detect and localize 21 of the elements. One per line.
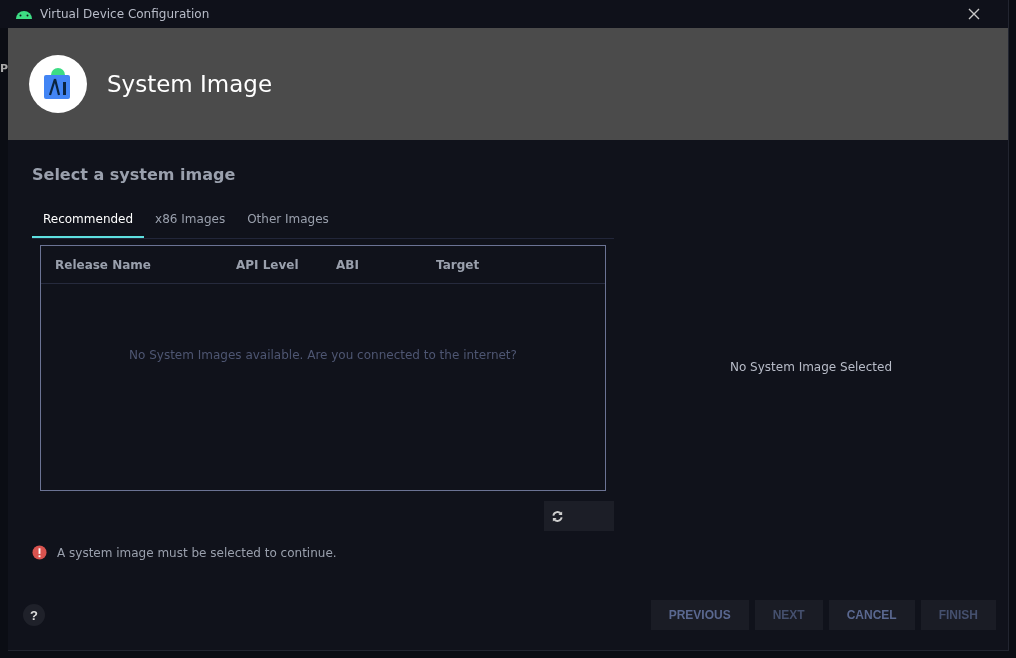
error-icon	[32, 545, 47, 560]
android-studio-logo-icon	[29, 55, 87, 113]
refresh-button[interactable]	[544, 501, 614, 531]
column-header[interactable]: Release Name	[55, 257, 236, 272]
window-title: Virtual Device Configuration	[40, 7, 210, 21]
column-header[interactable]: API Level	[236, 257, 336, 272]
tab[interactable]: x86 Images	[144, 204, 237, 238]
refresh-icon	[551, 509, 564, 523]
details-message: No System Image Selected	[729, 360, 893, 376]
android-icon	[15, 9, 33, 19]
column-header[interactable]: ABI	[336, 257, 436, 272]
empty-message: No System Images available. Are you connected to the internet?	[129, 348, 517, 364]
error-message: A system image must be selected to continue.	[57, 545, 337, 560]
page-title: System Image	[107, 71, 273, 97]
column-header[interactable]: Target	[436, 257, 556, 272]
tab[interactable]: Recommended	[32, 204, 145, 238]
help-button[interactable]: ?	[23, 604, 45, 626]
background-letter: P	[0, 62, 9, 75]
tab[interactable]: Other Images	[236, 204, 340, 238]
section-title: Select a system image	[32, 165, 237, 184]
close-icon[interactable]	[968, 8, 980, 20]
